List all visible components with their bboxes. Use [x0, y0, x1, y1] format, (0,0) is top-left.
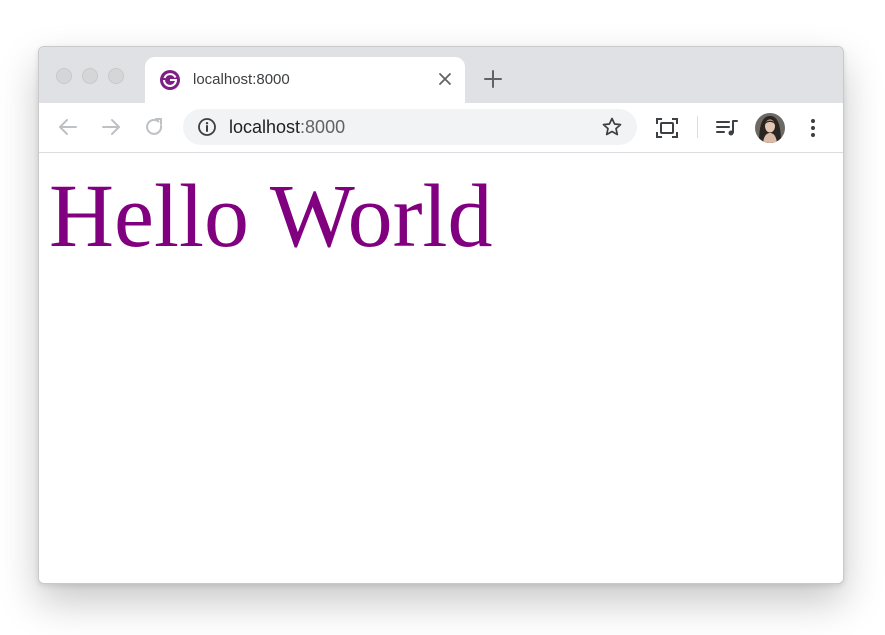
arrow-left-icon[interactable] — [56, 115, 80, 139]
tab-strip: localhost:8000 — [39, 47, 843, 103]
toolbar-divider — [697, 116, 698, 138]
info-icon[interactable] — [197, 117, 217, 137]
tab-title: localhost:8000 — [193, 71, 290, 88]
close-tab-icon[interactable] — [435, 69, 455, 89]
page-heading: Hello World — [49, 167, 493, 266]
address-bar[interactable]: localhost:8000 — [183, 109, 637, 145]
reload-icon[interactable] — [142, 115, 166, 139]
close-window-dot[interactable] — [56, 68, 72, 84]
profile-avatar[interactable] — [755, 113, 785, 143]
browser-tab[interactable]: localhost:8000 — [145, 57, 465, 103]
zoom-window-dot[interactable] — [108, 68, 124, 84]
gatsby-logo-icon — [159, 69, 181, 91]
vertical-dots-icon[interactable] — [801, 116, 825, 140]
browser-window: localhost:8000 localhost:8000 Hello Worl… — [38, 46, 844, 584]
url-text: localhost:8000 — [229, 117, 345, 138]
new-tab-plus-icon[interactable] — [483, 69, 503, 89]
minimize-window-dot[interactable] — [82, 68, 98, 84]
star-icon[interactable] — [601, 116, 623, 138]
screen-capture-icon[interactable] — [655, 116, 679, 140]
arrow-right-icon[interactable] — [99, 115, 123, 139]
url-port: :8000 — [300, 117, 346, 137]
browser-toolbar: localhost:8000 — [39, 103, 843, 153]
page-content: Hello World — [39, 153, 843, 583]
media-playlist-icon[interactable] — [715, 116, 739, 140]
url-host: localhost — [229, 117, 301, 137]
